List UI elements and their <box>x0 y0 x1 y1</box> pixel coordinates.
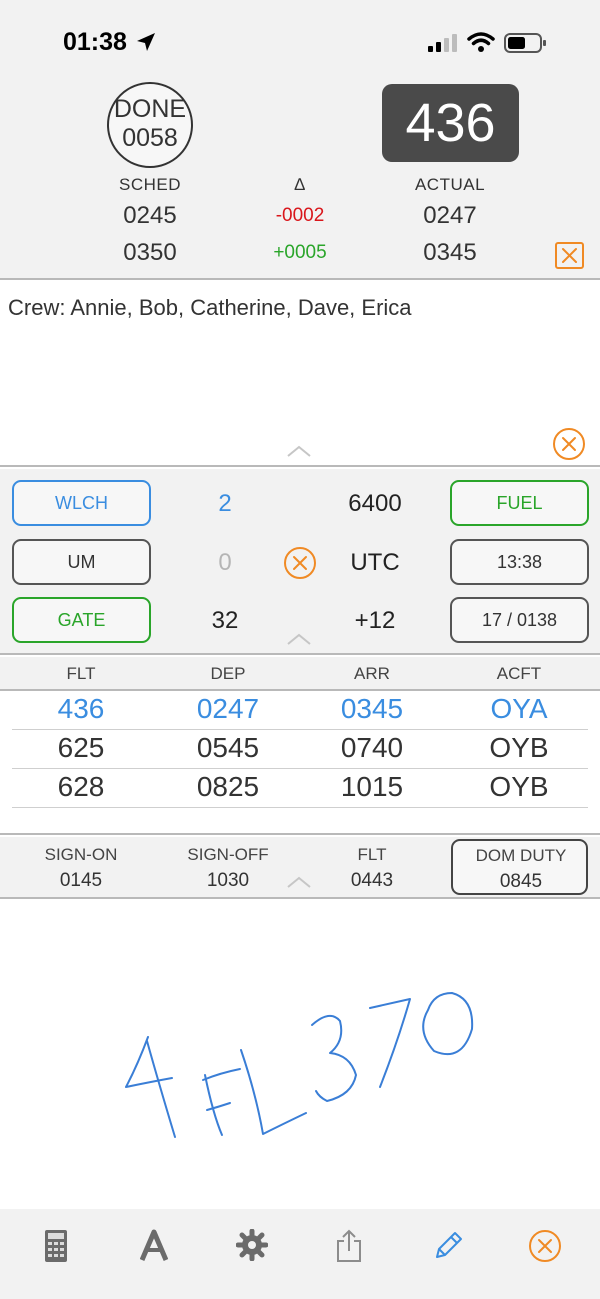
dom-duty-value: 0845 <box>499 871 543 892</box>
sign-on-label: SIGN-ON <box>44 845 118 864</box>
date-code-button[interactable]: 17 / 0138 <box>450 597 589 643</box>
table-row[interactable]: 628 0825 1015 OYB <box>12 769 588 808</box>
delta-header: ∆ <box>294 175 306 194</box>
arrival-time: 0740 <box>340 732 404 763</box>
actual-header: ACTUAL <box>414 175 486 194</box>
gate-button[interactable]: GATE <box>12 597 151 643</box>
done-value: 0058 <box>122 124 178 152</box>
sign-on-time[interactable]: 0145 <box>11 870 151 892</box>
dom-duty-label: DOM DUTY <box>475 846 567 865</box>
gate-number: 32 <box>211 607 239 634</box>
crew-notes-area[interactable]: Crew: Annie, Bob, Catherine, Dave, Erica <box>0 282 600 467</box>
done-timer-badge[interactable]: DONE 0058 <box>107 82 193 168</box>
aircraft: OYA <box>490 693 548 724</box>
flight-number: 628 <box>57 771 105 802</box>
col-arr: ARR <box>354 664 390 683</box>
utc-label: UTC <box>350 549 400 576</box>
flight-number: 436 <box>57 693 105 724</box>
current-flight-number[interactable]: 436 <box>382 84 519 162</box>
close-icon <box>562 248 577 263</box>
fuel-amount[interactable]: 6400 <box>325 490 425 518</box>
col-flt: FLT <box>66 664 96 683</box>
status-bar: 01:38 <box>0 0 600 82</box>
actual-departure[interactable]: 0247 <box>380 202 520 230</box>
departure-time: 0545 <box>196 732 260 763</box>
clear-crew-icon[interactable] <box>552 427 586 461</box>
aircraft: OYB <box>489 771 549 802</box>
sign-off-time[interactable]: 1030 <box>158 870 298 892</box>
um-count: 0 <box>218 549 232 576</box>
clear-counters-icon[interactable] <box>283 546 317 580</box>
arrival-time: 1015 <box>340 771 404 802</box>
flight-table-header: FLT DEP ARR ACFT <box>0 657 600 691</box>
dom-duty-button[interactable]: DOM DUTY 0845 <box>451 839 588 895</box>
wlch-count: 2 <box>218 490 232 517</box>
handwritten-note <box>125 992 474 1138</box>
delta-arrival: +0005 <box>273 242 327 263</box>
sign-off-label: SIGN-OFF <box>187 845 269 864</box>
chevron-up-icon[interactable] <box>286 876 312 888</box>
status-time: 01:38 <box>63 28 127 56</box>
flight-time-label: FLT <box>357 845 387 864</box>
flight-time-total: 0443 <box>350 870 394 891</box>
um-button[interactable]: UM <box>12 539 151 585</box>
departure-time: 0825 <box>196 771 260 802</box>
clear-all-icon[interactable] <box>528 1229 562 1263</box>
flight-table: 436 0247 0345 OYA 625 0545 0740 OYB 628 … <box>0 691 600 835</box>
departure-time: 0247 <box>196 693 260 724</box>
sched-departure: 0245 <box>123 202 177 229</box>
duty-summary-panel: DONE 0058 436 SCHED ∆ ACTUAL 0245 -0002 … <box>0 82 600 280</box>
wlch-button[interactable]: WLCH <box>12 480 151 526</box>
flight-number: 625 <box>57 732 105 763</box>
pencil-icon[interactable] <box>431 1229 465 1263</box>
cellular-signal-icon <box>428 34 457 52</box>
clear-times-button[interactable] <box>555 242 584 269</box>
crew-list[interactable]: Crew: Annie, Bob, Catherine, Dave, Erica <box>8 295 412 321</box>
counters-panel: WLCH 2 6400 FUEL UM 0 UTC 13:38 GATE 32 … <box>0 469 600 655</box>
table-row[interactable]: 625 0545 0740 OYB <box>12 730 588 769</box>
battery-icon <box>504 33 546 53</box>
drawing-canvas[interactable] <box>0 899 600 1209</box>
duty-totals-bar: SIGN-ON 0145 SIGN-OFF 1030 FLT 0443 DOM … <box>0 837 600 899</box>
col-acft: ACFT <box>496 664 542 683</box>
arrival-time: 0345 <box>340 693 404 724</box>
utc-time-button[interactable]: 13:38 <box>450 539 589 585</box>
location-arrow-icon <box>137 33 155 51</box>
actual-arrival[interactable]: 0345 <box>380 239 520 267</box>
gear-icon[interactable] <box>236 1229 268 1261</box>
text-font-icon[interactable] <box>140 1229 168 1263</box>
wifi-icon <box>467 32 495 52</box>
share-icon[interactable] <box>336 1229 362 1263</box>
col-dep: DEP <box>210 664 246 683</box>
sched-arrival: 0350 <box>123 239 177 266</box>
calculator-icon[interactable] <box>44 1229 68 1263</box>
utc-offset: +12 <box>354 607 396 634</box>
chevron-up-icon[interactable] <box>286 445 312 457</box>
sched-header: SCHED <box>118 175 181 194</box>
table-row[interactable]: 436 0247 0345 OYA <box>12 691 588 730</box>
done-label: DONE <box>113 95 187 123</box>
delta-departure: -0002 <box>275 205 325 226</box>
chevron-up-icon[interactable] <box>286 633 312 645</box>
aircraft: OYB <box>489 732 549 763</box>
fuel-button[interactable]: FUEL <box>450 480 589 526</box>
bottom-toolbar <box>0 1209 600 1299</box>
